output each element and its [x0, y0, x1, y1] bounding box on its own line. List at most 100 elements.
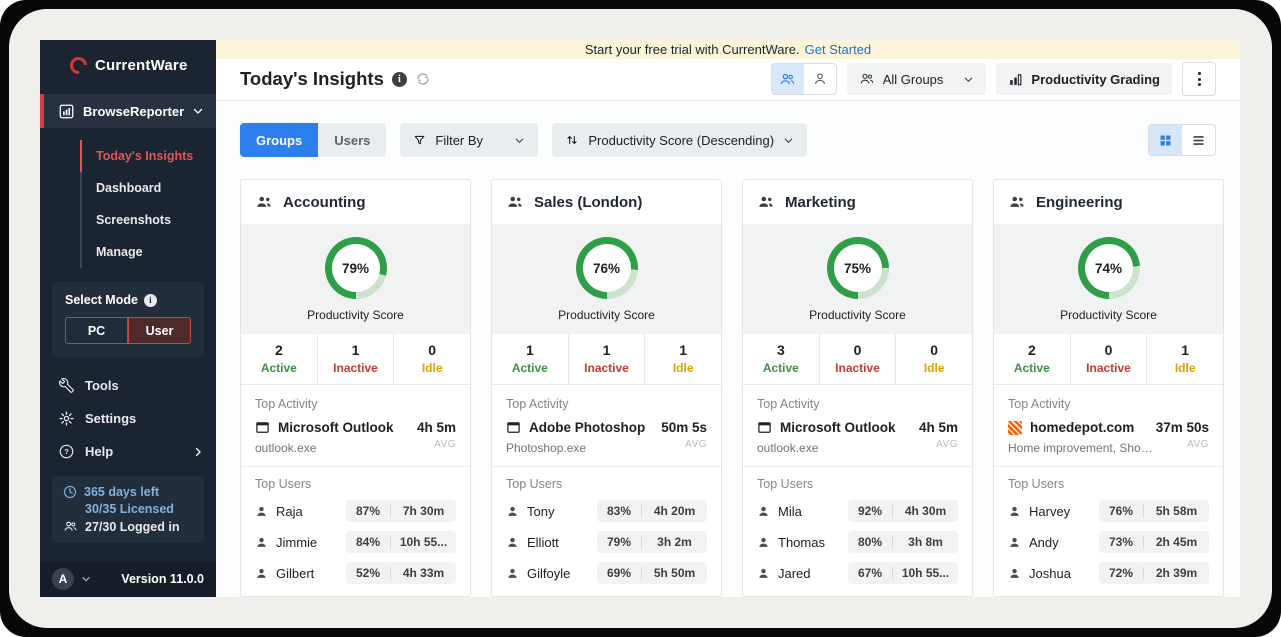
- user-productivity-pct: 67%: [853, 566, 887, 580]
- list-view-button[interactable]: [1182, 125, 1215, 155]
- mode-user-button[interactable]: User: [128, 317, 191, 344]
- top-activity-section: Top Activity Adobe Photoshop Photoshop.e…: [492, 385, 721, 466]
- groups-view-button[interactable]: [772, 64, 804, 94]
- user-name: Jimmie: [276, 535, 317, 550]
- top-user-row[interactable]: Thomas80%3h 8m: [757, 531, 958, 553]
- person-icon: [506, 567, 519, 580]
- user-view-button[interactable]: [804, 64, 836, 94]
- sidebar-item-tools[interactable]: Tools: [40, 369, 216, 402]
- user-name: Andy: [1029, 535, 1059, 550]
- user-stats-pill: 72% 2h 39m: [1099, 562, 1209, 584]
- top-activity-detail: Home improvement, Shop...: [1008, 441, 1153, 455]
- entity-toggle: [771, 63, 837, 95]
- user-productivity-pct: 87%: [351, 504, 385, 518]
- user-stats-pill: 92%4h 30m: [848, 500, 958, 522]
- more-options-button[interactable]: [1182, 62, 1216, 96]
- info-icon[interactable]: i: [392, 72, 407, 87]
- top-activity-time: 50m 5s: [661, 420, 707, 435]
- top-activity-heading: Top Activity: [757, 397, 958, 411]
- tab-users[interactable]: Users: [318, 123, 386, 157]
- stat-idle: 1Idle: [644, 334, 721, 384]
- sort-dropdown[interactable]: Productivity Score (Descending): [552, 123, 807, 157]
- top-activity-name: homedepot.com: [1030, 420, 1134, 435]
- user-productivity-pct: 92%: [853, 504, 887, 518]
- filter-by-dropdown[interactable]: Filter By: [400, 123, 538, 157]
- sidebar-subitem-screenshots[interactable]: Screenshots: [80, 204, 216, 236]
- avatar[interactable]: A: [52, 568, 74, 590]
- sidebar-item-settings[interactable]: Settings: [40, 402, 216, 435]
- sidebar-item-help[interactable]: ? Help: [40, 435, 216, 468]
- group-card-header[interactable]: Sales (London): [492, 180, 721, 224]
- top-activity-detail: outlook.exe: [255, 441, 394, 455]
- sidebar-subitem-manage[interactable]: Manage: [80, 236, 216, 268]
- user-name: Tony: [527, 504, 554, 519]
- sidebar-subitem-today-s-insights[interactable]: Today's Insights: [80, 140, 216, 172]
- chevron-down-icon: [963, 74, 974, 85]
- top-user-row[interactable]: Elliott79%3h 2m: [506, 531, 707, 553]
- license-count: 30/35 Licensed: [63, 502, 193, 516]
- top-user-row[interactable]: Harvey76%5h 58m: [1008, 500, 1209, 522]
- group-card: Marketing 75% Productivity Score 3Active…: [742, 179, 973, 597]
- group-card-header[interactable]: Marketing: [743, 180, 972, 224]
- top-user-row[interactable]: Tony83%4h 20m: [506, 500, 707, 522]
- top-user-row[interactable]: Gilfoyle69%5h 50m: [506, 562, 707, 584]
- user-productivity-pct: 72%: [1104, 566, 1138, 580]
- top-activity-section: Top Activity Microsoft Outlook outlook.e…: [743, 385, 972, 466]
- status-stats-row: 1Active1Inactive1Idle: [492, 334, 721, 385]
- top-user-row[interactable]: Raja87%7h 30m: [255, 500, 456, 522]
- productivity-grading-button[interactable]: Productivity Grading: [996, 63, 1172, 95]
- group-title: Accounting: [283, 194, 366, 211]
- user-active-time: 2h 39m: [1149, 566, 1204, 580]
- chevron-down-icon[interactable]: [81, 574, 91, 584]
- score-donut: 76%: [576, 237, 638, 299]
- grid-view-button[interactable]: [1149, 125, 1182, 155]
- top-user-row[interactable]: Andy73%2h 45m: [1008, 531, 1209, 553]
- page-title: Today's Insights: [240, 68, 384, 90]
- top-user-row[interactable]: Jimmie84%10h 55...: [255, 531, 456, 553]
- person-icon: [255, 536, 268, 549]
- stat-inactive: 0Inactive: [819, 334, 896, 384]
- user-productivity-pct: 79%: [602, 535, 636, 549]
- user-productivity-pct: 83%: [602, 504, 636, 518]
- top-user-row[interactable]: Joshua72%2h 39m: [1008, 562, 1209, 584]
- sort-label: Productivity Score (Descending): [588, 133, 774, 148]
- top-user-row[interactable]: Jared67%10h 55...: [757, 562, 958, 584]
- mode-pc-button[interactable]: PC: [65, 317, 128, 344]
- get-started-link[interactable]: Get Started: [805, 42, 871, 57]
- stat-idle: 0Idle: [895, 334, 972, 384]
- top-user-row[interactable]: Gilbert52%4h 33m: [255, 562, 456, 584]
- info-icon[interactable]: i: [144, 294, 157, 307]
- person-icon: [757, 505, 770, 518]
- grading-label: Productivity Grading: [1031, 72, 1160, 87]
- tab-groups[interactable]: Groups: [240, 123, 318, 157]
- all-groups-dropdown[interactable]: All Groups: [847, 63, 987, 95]
- refresh-icon[interactable]: [415, 71, 431, 87]
- group-title: Sales (London): [534, 194, 642, 211]
- group-card-header[interactable]: Engineering: [994, 180, 1223, 224]
- license-panel: 365 days left 30/35 Licensed 27/30 Logge…: [52, 476, 204, 543]
- top-activity-heading: Top Activity: [255, 397, 456, 411]
- bar-chart-icon: [59, 104, 74, 119]
- user-name: Gilfoyle: [527, 566, 570, 581]
- top-users-heading: Top Users: [255, 477, 456, 491]
- productivity-score-section: 79% Productivity Score: [241, 224, 470, 334]
- top-user-row[interactable]: Mila92%4h 30m: [757, 500, 958, 522]
- score-label: Productivity Score: [743, 308, 972, 322]
- user-name: Harvey: [1029, 504, 1070, 519]
- user-stats-pill: 87%7h 30m: [346, 500, 456, 522]
- pill-divider: [390, 567, 391, 580]
- mode-toggle: PC User: [65, 317, 191, 344]
- view-toggle: [1148, 124, 1216, 156]
- sidebar-item-label: Settings: [85, 411, 136, 426]
- score-value: 76%: [583, 244, 631, 292]
- users-icon: [63, 519, 78, 534]
- sidebar-subnav: Today's InsightsDashboardScreenshotsMana…: [80, 140, 216, 268]
- score-value: 79%: [332, 244, 380, 292]
- top-users-heading: Top Users: [1008, 477, 1209, 491]
- sidebar-item-browsereporter[interactable]: BrowseReporter: [40, 94, 216, 128]
- sidebar-subitem-dashboard[interactable]: Dashboard: [80, 172, 216, 204]
- group-card-header[interactable]: Accounting: [241, 180, 470, 224]
- clock-icon: [63, 485, 77, 499]
- user-active-time: 5h 50m: [647, 566, 702, 580]
- all-groups-label: All Groups: [883, 72, 944, 87]
